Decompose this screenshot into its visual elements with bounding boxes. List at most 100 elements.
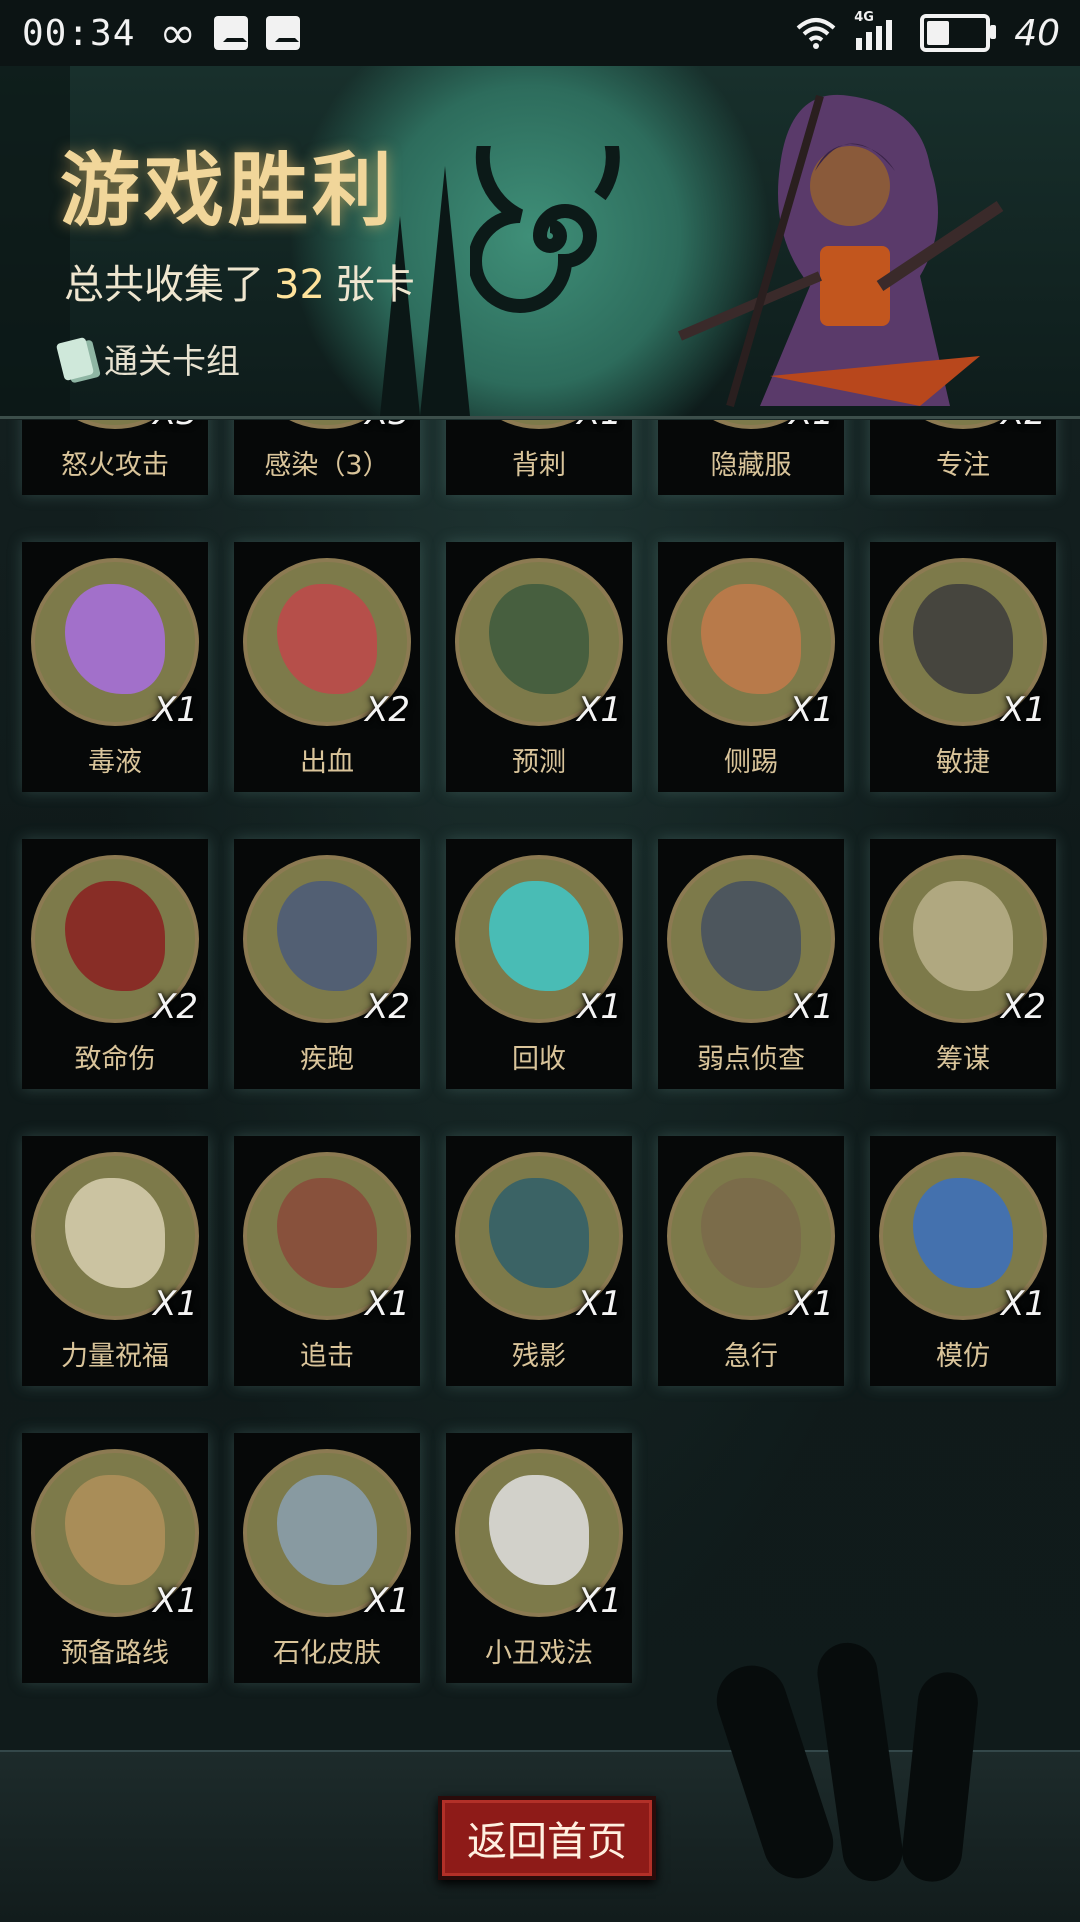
- card-count: X1: [1001, 1284, 1046, 1324]
- wifi-icon: [796, 18, 836, 49]
- card-count: X1: [789, 690, 834, 730]
- skill-card[interactable]: X2 疾跑: [234, 839, 420, 1089]
- skill-card[interactable]: X1 石化皮肤: [234, 1433, 420, 1683]
- battery-icon: [920, 14, 997, 52]
- hero-illustration: [678, 94, 1004, 408]
- card-grid: X3怒火攻击X3感染（3）X1背刺X1隐藏服X2专注X1毒液X2出血X1预测X1…: [0, 420, 1080, 1750]
- card-art: [701, 584, 801, 694]
- card-art: [913, 881, 1013, 991]
- signal-icon: [856, 20, 893, 50]
- battery-fill: [927, 21, 950, 45]
- skill-card[interactable]: X1 急行: [658, 1136, 844, 1386]
- card-art: [489, 1475, 589, 1585]
- skill-card[interactable]: X1 残影: [446, 1136, 632, 1386]
- notification-icon: [266, 16, 301, 50]
- tree-silhouette: [380, 216, 420, 416]
- status-right: 4G 40: [796, 10, 1060, 54]
- card-art: [489, 1178, 589, 1288]
- card-name: 致命伤: [74, 1044, 156, 1075]
- card-art: [277, 1178, 377, 1288]
- deck-button[interactable]: 通关卡组: [55, 334, 240, 383]
- collect-count: 32: [274, 262, 325, 308]
- card-name: 残影: [512, 1341, 566, 1372]
- card-count: X1: [153, 1581, 198, 1621]
- card-count: X1: [365, 1284, 410, 1324]
- battery-percent: 40: [1014, 12, 1060, 54]
- card-count: X3: [153, 420, 198, 433]
- skill-card[interactable]: X2 筹谋: [870, 839, 1056, 1089]
- card-art: [913, 584, 1013, 694]
- card-art: [65, 1475, 165, 1585]
- collect-suffix: 张卡: [334, 262, 415, 308]
- card-name: 预测: [512, 747, 566, 778]
- card-name: 背刺: [512, 450, 566, 481]
- skill-card[interactable]: X1 毒液: [22, 542, 208, 792]
- skill-card[interactable]: X1 预备路线: [22, 1433, 208, 1683]
- infinity-icon: ∞: [159, 7, 197, 59]
- card-count: X2: [1001, 420, 1046, 433]
- skill-card[interactable]: X1 敏捷: [870, 542, 1056, 792]
- card-art: [65, 881, 165, 991]
- card-count: X1: [1001, 690, 1046, 730]
- card-name: 侧踢: [724, 747, 778, 778]
- skill-card[interactable]: X1 模仿: [870, 1136, 1056, 1386]
- card-count: X2: [1001, 987, 1046, 1027]
- skill-card[interactable]: X1 小丑戏法: [446, 1433, 632, 1683]
- card-name: 石化皮肤: [273, 1638, 381, 1669]
- victory-title: 游戏胜利: [60, 144, 396, 237]
- swirl-decoration: [470, 146, 620, 313]
- card-name: 毒液: [88, 747, 142, 778]
- card-count: X2: [365, 690, 410, 730]
- status-notifications: ∞: [159, 7, 301, 59]
- card-art: [65, 584, 165, 694]
- card-art: [701, 1178, 801, 1288]
- card-deck-icon: [55, 336, 95, 381]
- return-home-button[interactable]: 返回首页: [438, 1796, 656, 1880]
- skill-card[interactable]: X1 弱点侦查: [658, 839, 844, 1089]
- skill-card[interactable]: X1 背刺: [446, 420, 632, 495]
- card-name: 弱点侦查: [697, 1044, 805, 1075]
- card-name: 急行: [724, 1341, 778, 1372]
- signal-indicator: 4G: [854, 10, 902, 50]
- card-count: X1: [577, 690, 622, 730]
- skill-card[interactable]: X1 追击: [234, 1136, 420, 1386]
- card-name: 筹谋: [936, 1044, 990, 1075]
- card-count: X1: [577, 1284, 622, 1324]
- card-art: [65, 1178, 165, 1288]
- skill-card[interactable]: X1 回收: [446, 839, 632, 1089]
- skill-card[interactable]: X3 感染（3）: [234, 420, 420, 495]
- card-name: 模仿: [936, 1341, 990, 1372]
- card-name: 疾跑: [300, 1044, 354, 1075]
- status-time: 00:34: [22, 12, 136, 54]
- card-name: 力量祝福: [61, 1341, 169, 1372]
- skill-card[interactable]: X1 力量祝福: [22, 1136, 208, 1386]
- card-count: X1: [789, 420, 834, 433]
- skill-card[interactable]: X1 隐藏服: [658, 420, 844, 495]
- card-name: 预备路线: [61, 1638, 169, 1669]
- skill-card[interactable]: X1 侧踢: [658, 542, 844, 792]
- skill-card[interactable]: X1 预测: [446, 542, 632, 792]
- card-count: X1: [577, 420, 622, 433]
- card-count: X1: [153, 1284, 198, 1324]
- card-art: [489, 584, 589, 694]
- card-name: 感染（3）: [264, 450, 390, 481]
- card-name: 出血: [300, 747, 354, 778]
- card-name: 专注: [936, 450, 990, 481]
- card-count: X1: [577, 1581, 622, 1621]
- card-count: X3: [365, 420, 410, 433]
- card-count: X2: [153, 987, 198, 1027]
- deck-label: 通关卡组: [104, 342, 240, 382]
- notification-icon: [214, 16, 249, 50]
- skill-card[interactable]: X3 怒火攻击: [22, 420, 208, 495]
- card-name: 回收: [512, 1044, 566, 1075]
- skill-card[interactable]: X2 出血: [234, 542, 420, 792]
- card-art: [277, 1475, 377, 1585]
- card-name: 怒火攻击: [61, 450, 169, 481]
- skill-card[interactable]: X2 专注: [870, 420, 1056, 495]
- victory-banner: 游戏胜利 总共收集了 32 张卡 通关卡组: [0, 66, 1080, 419]
- card-count: X1: [789, 1284, 834, 1324]
- card-count: X1: [365, 1581, 410, 1621]
- tree-silhouette: [420, 166, 470, 416]
- card-name: 小丑戏法: [485, 1638, 593, 1669]
- skill-card[interactable]: X2 致命伤: [22, 839, 208, 1089]
